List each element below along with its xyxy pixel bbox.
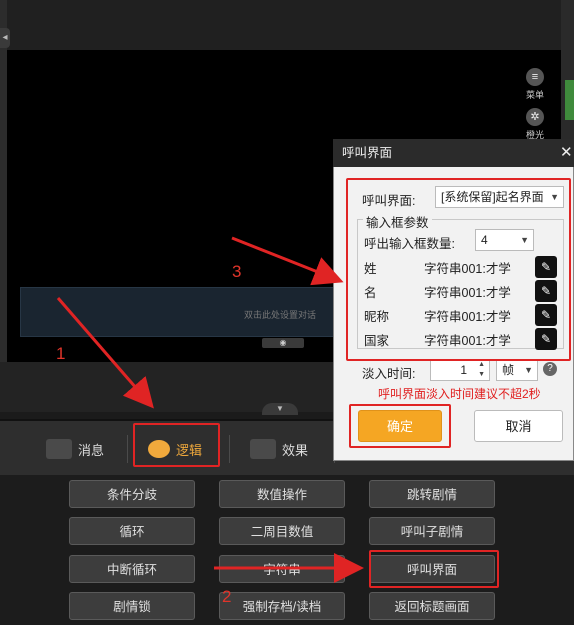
annotation-arrows — [56, 236, 364, 583]
arrow-to-dialog — [231, 236, 344, 286]
arrow-to-logic-tab — [56, 297, 154, 409]
